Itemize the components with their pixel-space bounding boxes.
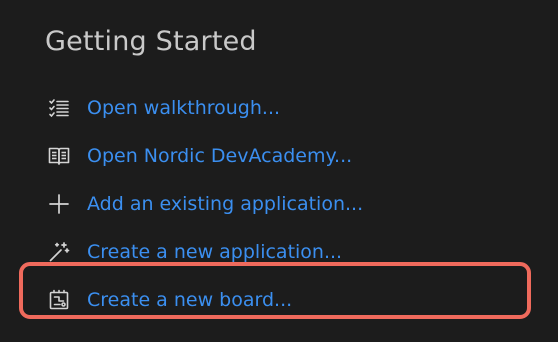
book-icon: [45, 142, 73, 170]
open-walkthrough-link[interactable]: Open walkthrough...: [36, 84, 280, 132]
section-title: Getting Started: [45, 26, 257, 57]
highlight-annotation: [19, 262, 531, 319]
add-existing-application-link[interactable]: Add an existing application...: [36, 180, 363, 228]
open-devacademy-label: Open Nordic DevAcademy...: [87, 145, 353, 167]
add-existing-application-label: Add an existing application...: [87, 193, 364, 215]
list-icon: [45, 94, 73, 122]
plus-icon: [45, 190, 73, 218]
create-new-application-label: Create a new application...: [87, 241, 343, 263]
open-devacademy-link[interactable]: Open Nordic DevAcademy...: [36, 132, 352, 180]
open-walkthrough-label: Open walkthrough...: [87, 97, 281, 119]
getting-started-panel: Getting Started Open walkthrough... Open…: [0, 0, 558, 342]
